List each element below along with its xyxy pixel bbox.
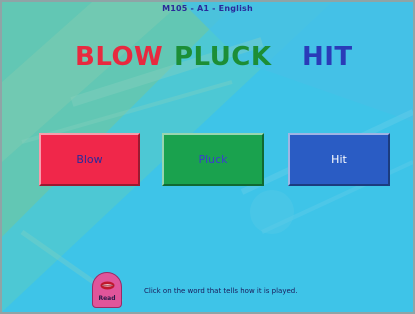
activity-window: M105 - A1 - English BLOW PLUCK HIT Blow … (0, 0, 415, 314)
blow-button[interactable]: Blow (39, 133, 140, 186)
lips-icon (100, 281, 115, 290)
pluck-button[interactable]: Pluck (162, 133, 264, 186)
hit-button[interactable]: Hit (288, 133, 390, 186)
hit-button-label: Hit (331, 153, 347, 166)
title-blow: BLOW (75, 42, 164, 72)
read-button-label: Read (98, 295, 116, 302)
blow-button-label: Blow (76, 153, 103, 166)
activity-code: M105 - A1 - English (162, 4, 253, 13)
instruction-text: Click on the word that tells how it is p… (144, 287, 298, 295)
pluck-button-label: Pluck (198, 153, 228, 166)
read-button[interactable]: Read (92, 272, 122, 308)
title-hit: HIT (302, 42, 353, 72)
title-pluck: PLUCK (174, 42, 272, 72)
